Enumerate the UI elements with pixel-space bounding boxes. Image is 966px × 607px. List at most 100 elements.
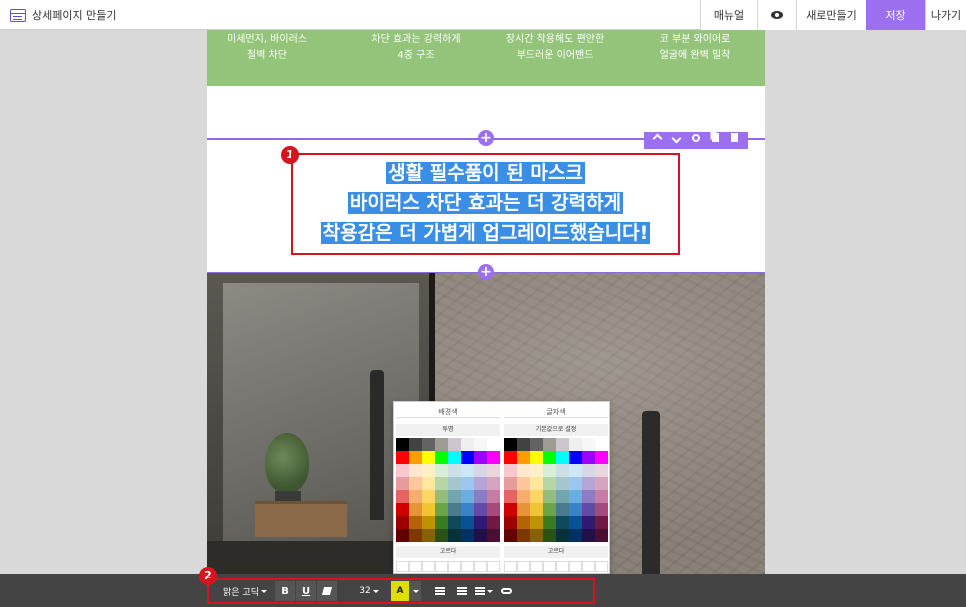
custom-swatch[interactable]: [487, 561, 500, 572]
color-swatch[interactable]: [396, 516, 409, 529]
color-swatch[interactable]: [448, 529, 461, 542]
color-swatch[interactable]: [396, 477, 409, 490]
color-swatch[interactable]: [409, 529, 422, 542]
color-swatch[interactable]: [530, 464, 543, 477]
color-swatch[interactable]: [461, 464, 474, 477]
color-swatch[interactable]: [422, 464, 435, 477]
custom-swatch[interactable]: [409, 561, 422, 572]
color-swatch[interactable]: [409, 516, 422, 529]
color-swatch[interactable]: [595, 503, 608, 516]
chevron-up-icon[interactable]: [652, 132, 663, 149]
color-swatch[interactable]: [543, 516, 556, 529]
custom-swatch[interactable]: [582, 561, 595, 572]
transparent-button[interactable]: 투명: [396, 424, 500, 436]
color-swatch[interactable]: [487, 464, 500, 477]
color-swatch[interactable]: [504, 503, 517, 516]
new-button[interactable]: 새로만들기: [796, 0, 866, 30]
color-swatch[interactable]: [409, 451, 422, 464]
custom-swatch[interactable]: [448, 561, 461, 572]
align-button[interactable]: [473, 581, 495, 601]
color-swatch[interactable]: [517, 529, 530, 542]
select-background-button[interactable]: 고르다: [396, 546, 500, 558]
custom-swatch[interactable]: [461, 561, 474, 572]
link-button[interactable]: [495, 581, 517, 601]
color-swatch[interactable]: [595, 516, 608, 529]
color-swatch[interactable]: [461, 490, 474, 503]
custom-swatch[interactable]: [530, 561, 543, 572]
color-swatch[interactable]: [543, 477, 556, 490]
bold-button[interactable]: B: [275, 581, 295, 601]
color-swatch[interactable]: [461, 516, 474, 529]
custom-swatch[interactable]: [595, 561, 608, 572]
color-swatch[interactable]: [448, 438, 461, 451]
color-swatch[interactable]: [582, 503, 595, 516]
color-swatch[interactable]: [448, 477, 461, 490]
color-swatch[interactable]: [556, 438, 569, 451]
color-swatch[interactable]: [422, 490, 435, 503]
color-swatch[interactable]: [569, 464, 582, 477]
color-swatch[interactable]: [487, 529, 500, 542]
underline-button[interactable]: U: [296, 581, 316, 601]
add-block-button[interactable]: +: [478, 130, 494, 146]
color-swatch[interactable]: [504, 464, 517, 477]
color-dropdown-button[interactable]: [409, 581, 421, 601]
color-swatch[interactable]: [396, 451, 409, 464]
color-swatch[interactable]: [487, 516, 500, 529]
custom-swatch[interactable]: [556, 561, 569, 572]
color-swatch[interactable]: [504, 516, 517, 529]
trash-icon[interactable]: [731, 132, 738, 149]
color-swatch[interactable]: [517, 464, 530, 477]
color-swatch[interactable]: [543, 464, 556, 477]
color-swatch[interactable]: [461, 477, 474, 490]
feature-band[interactable]: 미세먼지, 바이러스 철벽 차단 차단 효과는 강력하게 4중 구조 장시간 착…: [207, 30, 765, 86]
headline-text-block[interactable]: 생활 필수품이 된 마스크 바이러스 차단 효과는 더 강력하게 착용감은 더 …: [291, 153, 680, 255]
color-swatch[interactable]: [569, 438, 582, 451]
color-swatch[interactable]: [422, 477, 435, 490]
color-swatch[interactable]: [448, 451, 461, 464]
color-swatch[interactable]: [582, 490, 595, 503]
color-swatch[interactable]: [504, 451, 517, 464]
color-swatch[interactable]: [517, 490, 530, 503]
color-swatch[interactable]: [517, 503, 530, 516]
color-swatch[interactable]: [517, 451, 530, 464]
color-swatch[interactable]: [474, 451, 487, 464]
color-swatch[interactable]: [543, 438, 556, 451]
custom-swatch[interactable]: [504, 561, 517, 572]
color-swatch[interactable]: [543, 451, 556, 464]
color-swatch[interactable]: [487, 490, 500, 503]
color-swatch[interactable]: [582, 529, 595, 542]
color-swatch[interactable]: [582, 464, 595, 477]
ordered-list-button[interactable]: [451, 581, 473, 601]
color-swatch[interactable]: [569, 451, 582, 464]
color-swatch[interactable]: [435, 464, 448, 477]
custom-swatch[interactable]: [517, 561, 530, 572]
color-swatch[interactable]: [530, 438, 543, 451]
color-swatch[interactable]: [530, 477, 543, 490]
color-swatch[interactable]: [556, 451, 569, 464]
color-swatch[interactable]: [595, 464, 608, 477]
color-swatch[interactable]: [582, 438, 595, 451]
custom-swatch[interactable]: [435, 561, 448, 572]
color-swatch[interactable]: [474, 477, 487, 490]
color-swatch[interactable]: [474, 516, 487, 529]
color-swatch[interactable]: [422, 516, 435, 529]
color-swatch[interactable]: [435, 451, 448, 464]
color-swatch[interactable]: [422, 438, 435, 451]
color-swatch[interactable]: [448, 464, 461, 477]
color-swatch[interactable]: [569, 529, 582, 542]
color-swatch[interactable]: [435, 477, 448, 490]
color-swatch[interactable]: [396, 490, 409, 503]
color-swatch[interactable]: [556, 516, 569, 529]
color-swatch[interactable]: [448, 516, 461, 529]
save-button[interactable]: 저장: [866, 0, 925, 30]
custom-swatch[interactable]: [569, 561, 582, 572]
color-swatch[interactable]: [474, 464, 487, 477]
gear-icon[interactable]: [692, 132, 700, 149]
color-swatch[interactable]: [474, 490, 487, 503]
add-block-button[interactable]: +: [478, 264, 494, 280]
color-swatch[interactable]: [582, 516, 595, 529]
color-swatch[interactable]: [556, 464, 569, 477]
text-color-button[interactable]: A: [391, 581, 409, 601]
color-swatch[interactable]: [556, 477, 569, 490]
color-swatch[interactable]: [487, 451, 500, 464]
